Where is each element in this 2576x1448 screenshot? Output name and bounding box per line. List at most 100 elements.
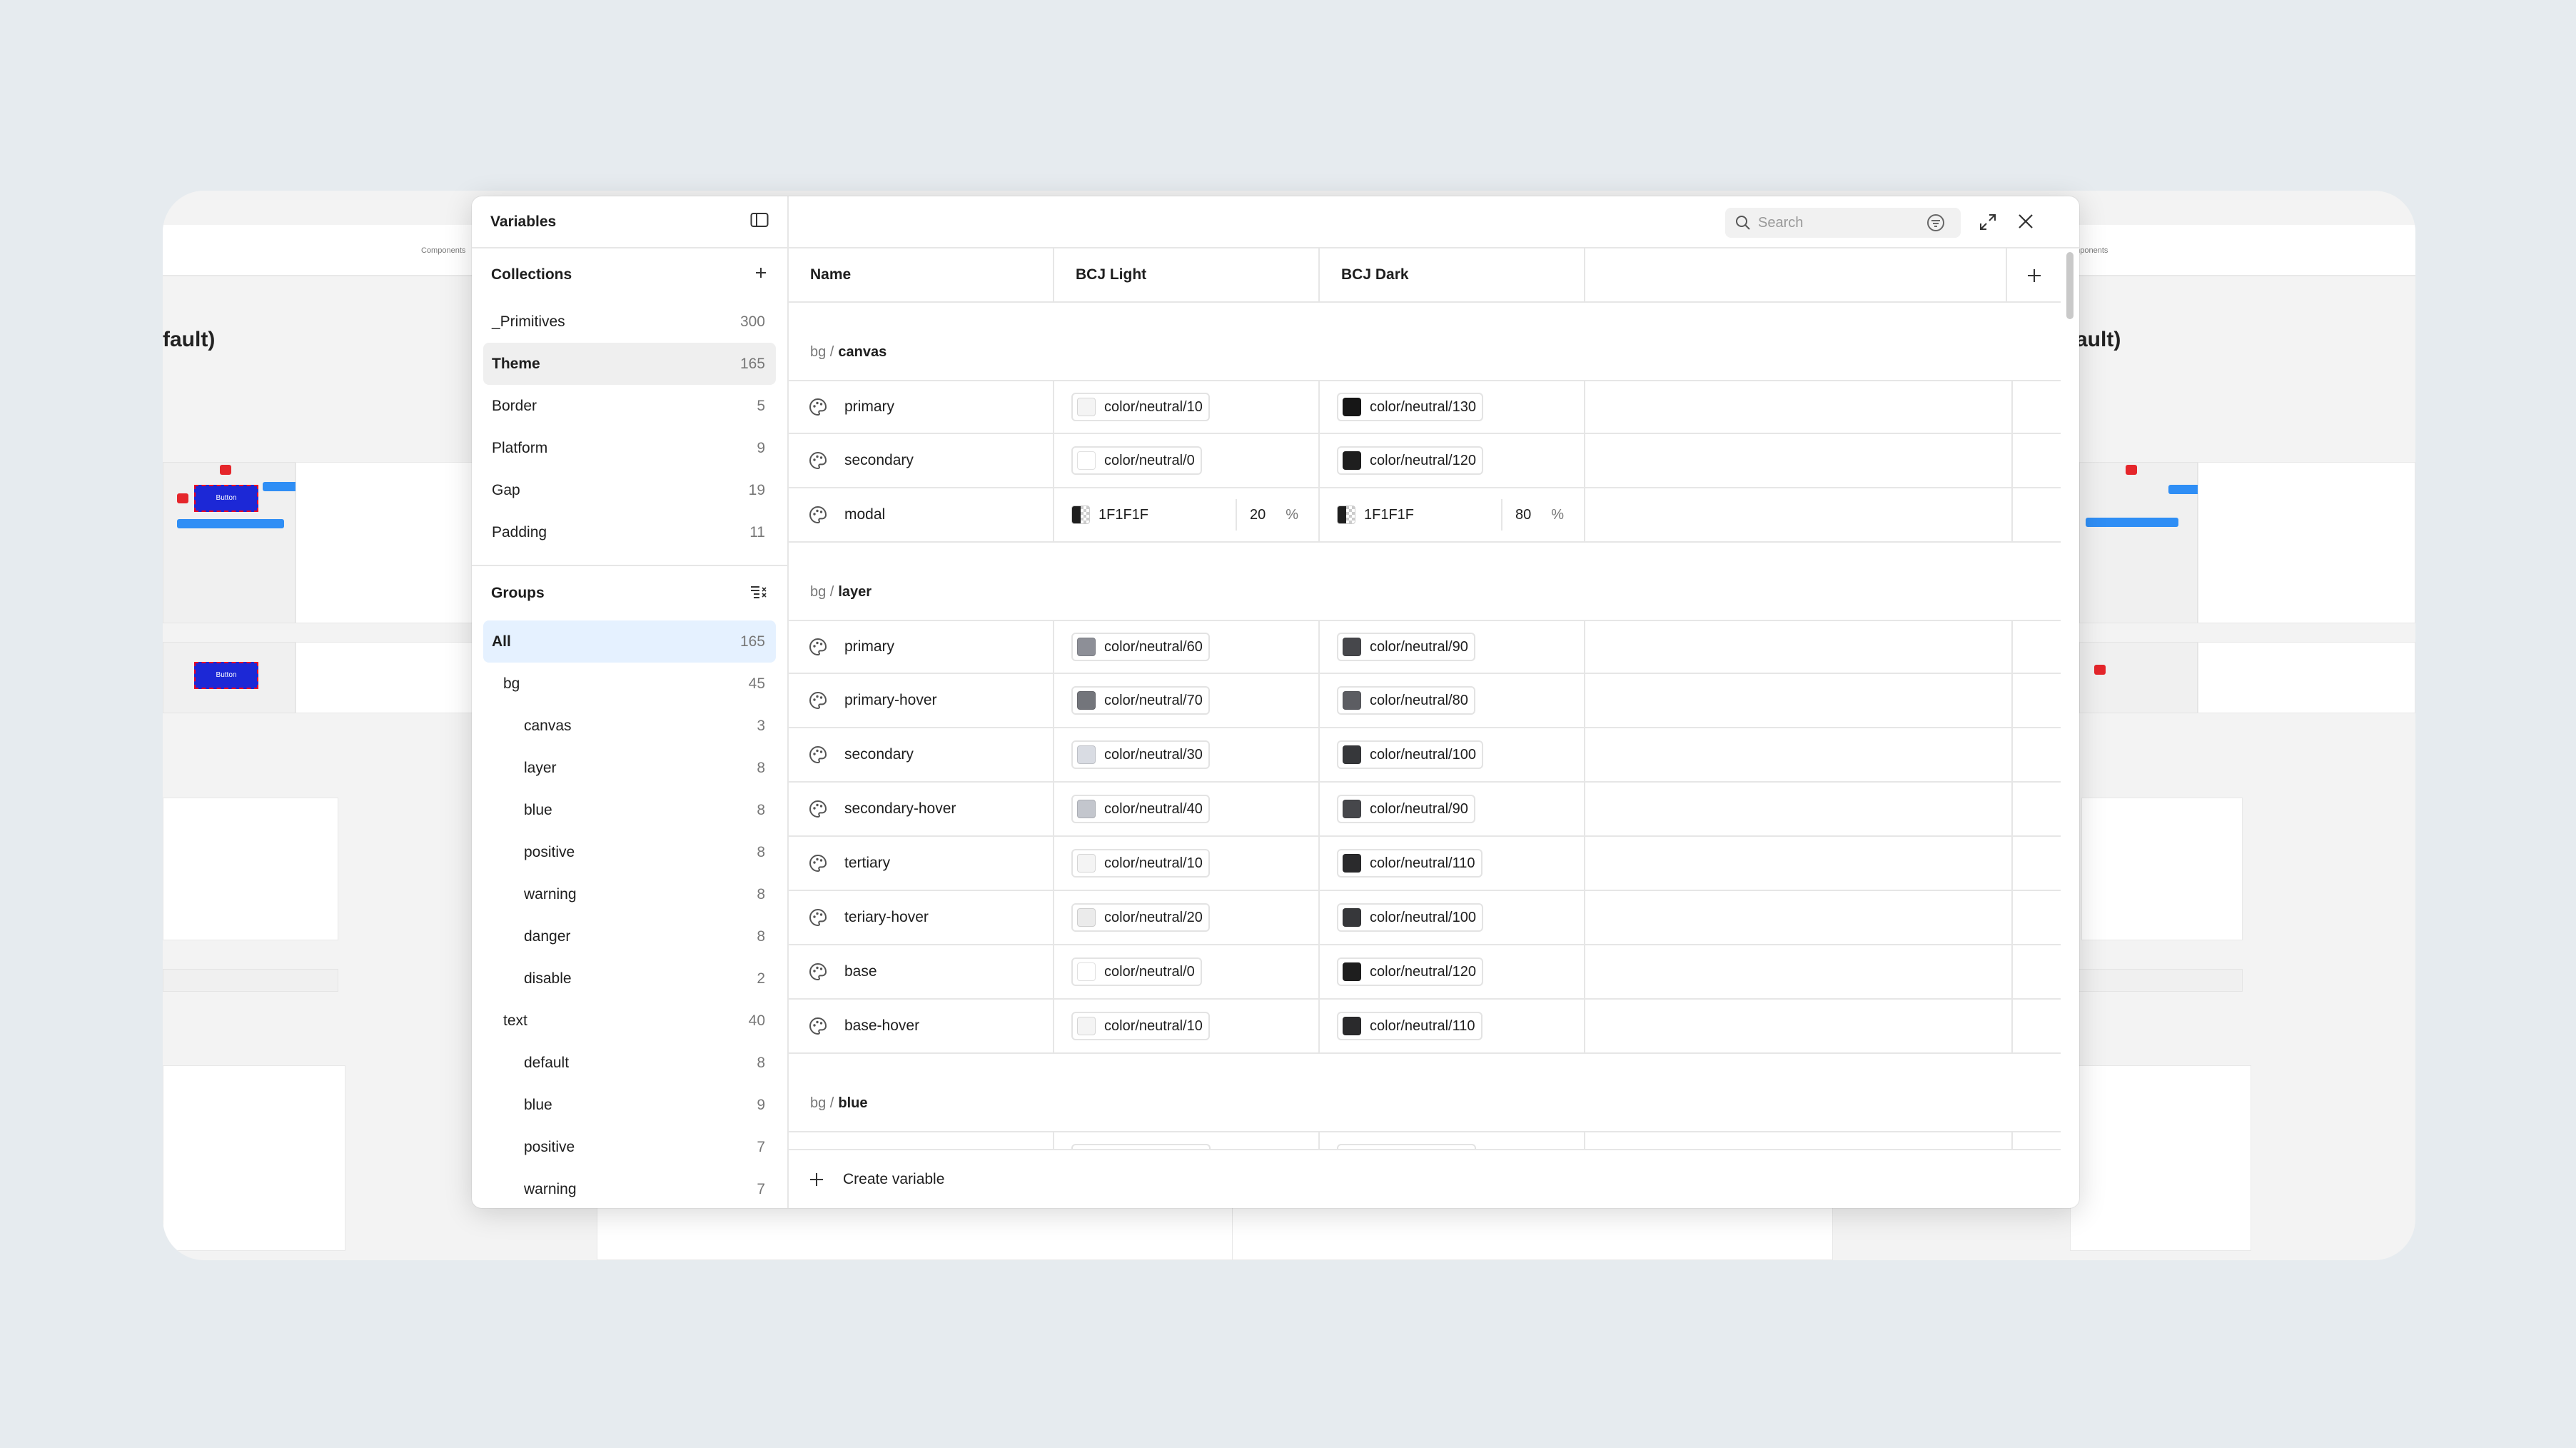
group-item[interactable]: default 8	[483, 1042, 776, 1084]
variable-alias-chip[interactable]: color/neutral/110	[1337, 1012, 1483, 1040]
search-field[interactable]: Search	[1725, 208, 1961, 238]
variable-value-cell-dark[interactable]: color/neutral/80	[1320, 674, 1585, 727]
variable-row[interactable]: teriary-hover color/neutral/20 color/neutr…	[789, 891, 2061, 945]
variable-value-cell-light[interactable]: color/neutral/10	[1054, 837, 1320, 890]
variable-row[interactable]: base color/neutral/0 color/neutral/120	[789, 945, 2061, 1000]
variable-name-cell[interactable]: primary-hover	[789, 674, 1054, 727]
variable-value-cell-dark[interactable]: color/neutral/100	[1320, 728, 1585, 781]
variable-row[interactable]: primary color/neutral/60 color/neutral/90	[789, 620, 2061, 674]
variable-row[interactable]: secondary-hover color/neutral/40 color/neu…	[789, 783, 2061, 837]
variable-alias-chip[interactable]: color/neutral/10	[1071, 849, 1210, 878]
variable-name-cell[interactable]: secondary	[789, 728, 1054, 781]
collection-item[interactable]: Platform 9	[483, 427, 776, 469]
variable-name-cell[interactable]: primary	[789, 621, 1054, 673]
variable-value-cell-light[interactable]: color/neutral/70	[1054, 674, 1320, 727]
variable-alias-chip[interactable]: color/neutral/20	[1071, 903, 1210, 932]
color-alpha-value[interactable]: 1F1F1F 20%	[1071, 488, 1318, 541]
add-mode-button[interactable]	[2006, 248, 2061, 303]
column-header-name[interactable]: Name	[789, 248, 1054, 301]
alpha-value[interactable]: 20	[1250, 507, 1266, 523]
variable-row[interactable]: tertiary color/neutral/10 color/neutral/11…	[789, 837, 2061, 891]
variable-alias-chip[interactable]: color/neutral/60	[1071, 633, 1210, 661]
variable-name-cell[interactable]: modal	[789, 488, 1054, 541]
column-header-mode[interactable]: BCJ Light	[1054, 248, 1320, 301]
create-variable-button[interactable]: Create variable	[789, 1149, 2061, 1208]
variable-alias-chip[interactable]: color/brand/120	[1337, 1144, 1476, 1149]
variable-row[interactable]: primary color/neutral/10 color/neutral/130	[789, 380, 2061, 434]
variable-alias-chip[interactable]: color/neutral/70	[1071, 686, 1210, 715]
group-item[interactable]: blue 8	[483, 789, 776, 831]
variable-value-cell-light[interactable]: color/neutral/10	[1054, 381, 1320, 433]
hex-value[interactable]: 1F1F1F	[1098, 507, 1148, 523]
variable-alias-chip[interactable]: color/neutral/80	[1337, 686, 1475, 715]
group-item-selected[interactable]: All 165	[483, 620, 776, 663]
collection-item[interactable]: Border 5	[483, 385, 776, 427]
filter-icon[interactable]	[1926, 213, 1945, 232]
variable-name-cell[interactable]: primary	[789, 1132, 1054, 1149]
variable-name-cell[interactable]: primary	[789, 381, 1054, 433]
variable-alias-chip[interactable]: color/neutral/90	[1337, 633, 1475, 661]
variable-value-cell-light[interactable]: color/brand/120	[1054, 1132, 1320, 1149]
group-item[interactable]: blue 9	[483, 1084, 776, 1126]
alpha-value[interactable]: 80	[1515, 507, 1531, 523]
hex-value[interactable]: 1F1F1F	[1364, 507, 1414, 523]
collection-item[interactable]: Padding 11	[483, 511, 776, 553]
variable-value-cell-light[interactable]: 1F1F1F 20%	[1054, 488, 1320, 541]
group-item[interactable]: text 40	[483, 1000, 776, 1042]
group-item[interactable]: positive 7	[483, 1126, 776, 1168]
variable-value-cell-light[interactable]: color/neutral/10	[1054, 1000, 1320, 1052]
collection-item[interactable]: _Primitives 300	[483, 301, 776, 343]
collapse-groups-icon[interactable]	[750, 585, 767, 603]
variable-value-cell-dark[interactable]: color/neutral/90	[1320, 783, 1585, 835]
variable-value-cell-dark[interactable]: color/neutral/120	[1320, 945, 1585, 998]
color-swatch[interactable]	[1071, 506, 1090, 524]
variable-value-cell-light[interactable]: color/neutral/0	[1054, 945, 1320, 998]
variable-alias-chip[interactable]: color/brand/120	[1071, 1144, 1211, 1149]
variable-value-cell-light[interactable]: color/neutral/30	[1054, 728, 1320, 781]
variable-value-cell-dark[interactable]: color/neutral/110	[1320, 1000, 1585, 1052]
group-item[interactable]: layer 8	[483, 747, 776, 789]
scrollbar[interactable]	[2066, 252, 2074, 319]
variable-name-cell[interactable]: secondary	[789, 434, 1054, 487]
variable-alias-chip[interactable]: color/neutral/10	[1071, 393, 1210, 421]
variable-alias-chip[interactable]: color/neutral/110	[1337, 849, 1483, 878]
variable-name-cell[interactable]: base-hover	[789, 1000, 1054, 1052]
variable-alias-chip[interactable]: color/neutral/0	[1071, 446, 1202, 475]
group-item[interactable]: canvas 3	[483, 705, 776, 747]
variable-alias-chip[interactable]: color/neutral/10	[1071, 1012, 1210, 1040]
collection-item-selected[interactable]: Theme 165	[483, 343, 776, 385]
variable-name-cell[interactable]: base	[789, 945, 1054, 998]
variable-alias-chip[interactable]: color/neutral/30	[1071, 740, 1210, 769]
group-item[interactable]: positive 8	[483, 831, 776, 873]
variable-alias-chip[interactable]: color/neutral/90	[1337, 795, 1475, 823]
variable-alias-chip[interactable]: color/neutral/0	[1071, 957, 1202, 986]
variable-value-cell-light[interactable]: color/neutral/40	[1054, 783, 1320, 835]
group-item[interactable]: danger 8	[483, 915, 776, 957]
expand-icon[interactable]	[1979, 213, 1996, 231]
toggle-sidebar-icon[interactable]	[750, 212, 769, 231]
collection-item[interactable]: Gap 19	[483, 469, 776, 511]
variable-value-cell-dark[interactable]: color/neutral/110	[1320, 837, 1585, 890]
variable-row[interactable]: primary color/brand/120 color/brand/120	[789, 1131, 2061, 1149]
variable-row[interactable]: secondary color/neutral/30 color/neutral/1…	[789, 728, 2061, 783]
variable-alias-chip[interactable]: color/neutral/120	[1337, 446, 1483, 475]
group-item[interactable]: bg 45	[483, 663, 776, 705]
variable-value-cell-dark[interactable]: 1F1F1F 80%	[1320, 488, 1585, 541]
variable-value-cell-light[interactable]: color/neutral/0	[1054, 434, 1320, 487]
variable-alias-chip[interactable]: color/neutral/100	[1337, 903, 1483, 932]
variable-name-cell[interactable]: secondary-hover	[789, 783, 1054, 835]
variable-name-cell[interactable]: teriary-hover	[789, 891, 1054, 944]
color-alpha-value[interactable]: 1F1F1F 80%	[1337, 488, 1584, 541]
variable-name-cell[interactable]: tertiary	[789, 837, 1054, 890]
variable-row[interactable]: base-hover color/neutral/10 color/neutral/…	[789, 1000, 2061, 1054]
column-header-mode[interactable]: BCJ Dark	[1320, 248, 1585, 301]
group-item[interactable]: warning 8	[483, 873, 776, 915]
group-item[interactable]: disable 2	[483, 957, 776, 1000]
color-swatch[interactable]	[1337, 506, 1355, 524]
variable-row[interactable]: secondary color/neutral/0 color/neutral/12…	[789, 434, 2061, 488]
variable-alias-chip[interactable]: color/neutral/40	[1071, 795, 1210, 823]
group-item[interactable]: warning 7	[483, 1168, 776, 1208]
variable-alias-chip[interactable]: color/neutral/130	[1337, 393, 1483, 421]
close-icon[interactable]	[2018, 213, 2034, 229]
variable-value-cell-light[interactable]: color/neutral/20	[1054, 891, 1320, 944]
